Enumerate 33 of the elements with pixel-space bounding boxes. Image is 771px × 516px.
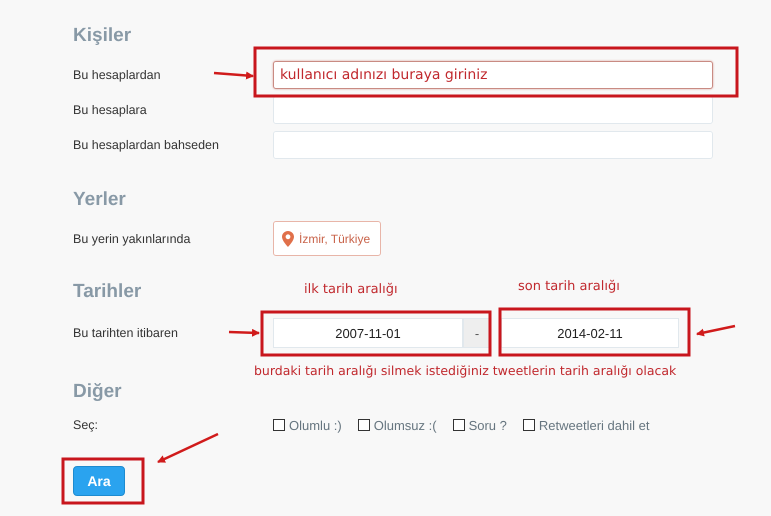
checkbox-label: Soru ? <box>468 418 507 432</box>
field-label: Bu hesaplardan bahseden <box>73 138 219 152</box>
arrow <box>228 328 260 337</box>
section-heading: Tarihler <box>73 280 142 304</box>
annotation-note: burdaki tarih aralığı silmek istediğiniz tweetlerin tarih aralığı olacak <box>254 363 676 378</box>
checkbox[interactable] <box>522 419 535 431</box>
field-label: Bu tarihten itibaren <box>73 326 178 340</box>
checkbox[interactable] <box>358 419 370 431</box>
annotation-note: son tarih aralığı <box>518 279 620 294</box>
checkbox-label: Olumsuz :( <box>374 418 437 432</box>
annotation-note: ilk tarih aralığı <box>304 282 398 297</box>
date-field[interactable]: 2014-02-11 <box>501 318 679 348</box>
field-label: Seç: <box>73 418 98 432</box>
checkbox[interactable] <box>273 419 285 431</box>
arrow <box>214 71 254 80</box>
field-label: Bu yerin yakınlarında <box>73 232 190 246</box>
location-chip[interactable]: İzmir, Türkiye <box>273 221 382 256</box>
arrow <box>696 324 736 336</box>
date-field[interactable]: 2007-11-01 <box>273 318 463 348</box>
account-field[interactable] <box>273 131 713 159</box>
account-field[interactable] <box>273 96 713 124</box>
section-heading: Diğer <box>73 380 122 404</box>
section-heading: Kişiler <box>73 24 132 48</box>
field-label: Bu hesaplardan <box>73 68 161 82</box>
section-heading: Yerler <box>73 188 126 212</box>
pin-icon <box>282 230 294 246</box>
account-field[interactable]: kullanıcı adınızı buraya giriniz <box>273 61 713 89</box>
field-label: Bu hesaplara <box>73 103 147 117</box>
range-separator: - <box>463 318 491 348</box>
arrow <box>157 432 219 464</box>
checkbox-label: Retweetleri dahil et <box>538 418 650 432</box>
checkbox[interactable] <box>452 419 465 431</box>
checkbox-label: Olumlu :) <box>289 418 342 432</box>
